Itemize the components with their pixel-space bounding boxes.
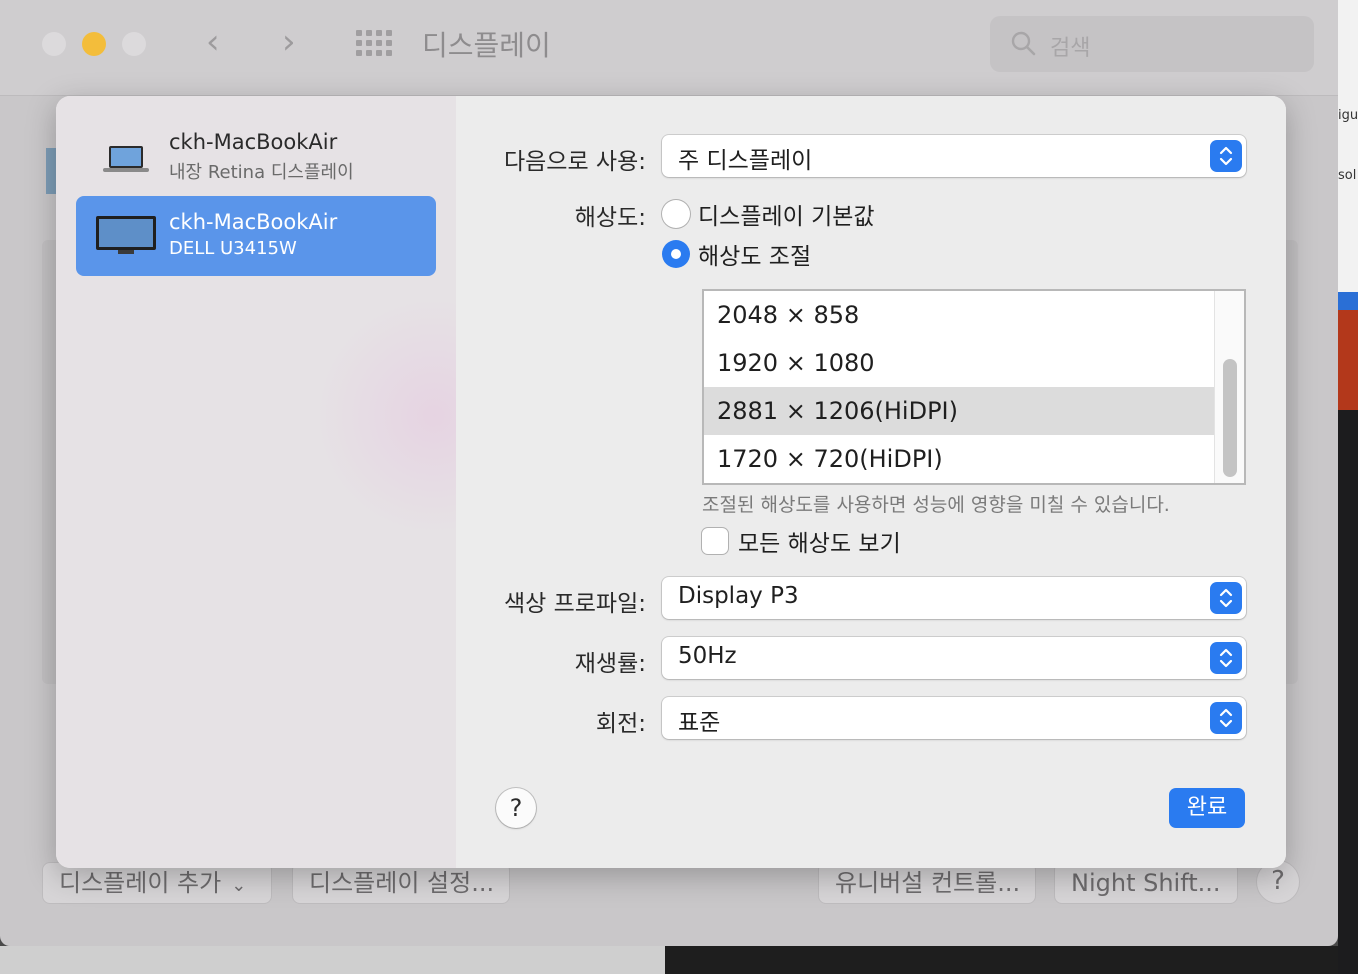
display-settings-button[interactable]: 디스플레이 설정...: [292, 862, 510, 904]
resolution-list-item[interactable]: 2048 × 858: [704, 291, 1214, 339]
device-name: ckh-MacBookAir: [169, 130, 338, 154]
night-shift-button[interactable]: Night Shift...: [1054, 862, 1238, 904]
radio-scaled-resolution[interactable]: [662, 240, 690, 268]
color-profile-label: 색상 프로파일:: [503, 591, 646, 617]
window-title: 디스플레이: [422, 29, 551, 62]
show-all-grid-icon[interactable]: [356, 30, 392, 56]
minimize-button[interactable]: [82, 32, 106, 56]
bg-block: [1338, 292, 1358, 310]
display-settings-content: 다음으로 사용: 주 디스플레이 해상도: 디스플레이 기본값 해상도 조절 2…: [456, 96, 1286, 868]
rotation-value: 표준: [678, 710, 721, 736]
resolution-list[interactable]: 2048 × 858 1920 × 1080 2881 × 1206(HiDPI…: [702, 289, 1246, 485]
forward-chevron-icon[interactable]: ›: [282, 22, 296, 62]
rotation-label: 회전:: [595, 711, 646, 737]
add-display-button[interactable]: 디스플레이 추가 ⌄: [42, 862, 272, 904]
help-button[interactable]: ?: [496, 788, 536, 828]
chevron-down-icon: ⌄: [231, 875, 247, 896]
refresh-rate-value: 50Hz: [678, 643, 737, 669]
close-button[interactable]: [42, 32, 66, 56]
refresh-rate-popup[interactable]: 50Hz: [662, 637, 1246, 679]
updown-chevron-icon: [1210, 642, 1242, 674]
device-name: ckh-MacBookAir: [169, 210, 338, 234]
done-button[interactable]: 완료: [1169, 788, 1245, 828]
zoom-button[interactable]: [122, 32, 146, 56]
updown-chevron-icon: [1210, 702, 1242, 734]
background-window-bottom: [0, 946, 1338, 974]
sidebar-item-external-display[interactable]: ckh-MacBookAir DELL U3415W: [76, 196, 436, 276]
performance-note: 조절된 해상도를 사용하면 성능에 영향을 미칠 수 있습니다.: [702, 494, 1170, 516]
color-profile-value: Display P3: [678, 583, 799, 609]
updown-chevron-icon: [1210, 582, 1242, 614]
use-as-value: 주 디스플레이: [678, 148, 813, 174]
show-all-resolutions-label: 모든 해상도 보기: [738, 531, 901, 557]
display-settings-sheet: ckh-MacBookAir 내장 Retina 디스플레이 ckh-MacBo…: [56, 96, 1286, 868]
title-bar: ‹ › 디스플레이 검색: [0, 0, 1338, 96]
background-window-strip: igu sol: [1338, 0, 1358, 974]
search-field[interactable]: 검색: [990, 16, 1314, 72]
updown-chevron-icon: [1210, 140, 1242, 172]
monitor-icon: [96, 216, 156, 254]
scrollbar-thumb[interactable]: [1223, 359, 1237, 477]
rotation-popup[interactable]: 표준: [662, 697, 1246, 739]
universal-control-button[interactable]: 유니버설 컨트롤...: [818, 862, 1036, 904]
bg-block: [1338, 310, 1358, 410]
resolution-list-item[interactable]: 1720 × 720(HiDPI): [704, 435, 1214, 483]
display-sidebar: ckh-MacBookAir 내장 Retina 디스플레이 ckh-MacBo…: [56, 96, 554, 868]
show-all-resolutions-checkbox[interactable]: [702, 528, 728, 554]
radio-default-resolution[interactable]: [662, 200, 690, 228]
resolution-list-item[interactable]: 1920 × 1080: [704, 339, 1214, 387]
use-as-popup[interactable]: 주 디스플레이: [662, 135, 1246, 177]
search-icon: [1011, 31, 1036, 56]
radio-scaled-resolution-label: 해상도 조절: [698, 244, 812, 270]
radio-default-resolution-label: 디스플레이 기본값: [698, 204, 875, 230]
back-chevron-icon[interactable]: ‹: [206, 22, 220, 62]
use-as-label: 다음으로 사용:: [503, 149, 646, 175]
resolution-label: 해상도:: [574, 205, 646, 231]
bg-text: igu: [1338, 108, 1358, 123]
search-placeholder: 검색: [1050, 36, 1091, 61]
laptop-icon: [103, 146, 149, 172]
color-profile-popup[interactable]: Display P3: [662, 577, 1246, 619]
device-subtitle: 내장 Retina 디스플레이: [169, 162, 354, 183]
bg-text: sol: [1338, 168, 1357, 183]
device-subtitle: DELL U3415W: [169, 238, 297, 259]
refresh-rate-label: 재생률:: [574, 651, 646, 677]
resolution-scrollbar[interactable]: [1214, 291, 1244, 483]
bg-block: [1338, 410, 1358, 974]
resolution-list-item-selected[interactable]: 2881 × 1206(HiDPI): [704, 387, 1214, 435]
sidebar-item-builtin-display[interactable]: ckh-MacBookAir 내장 Retina 디스플레이: [76, 116, 436, 196]
